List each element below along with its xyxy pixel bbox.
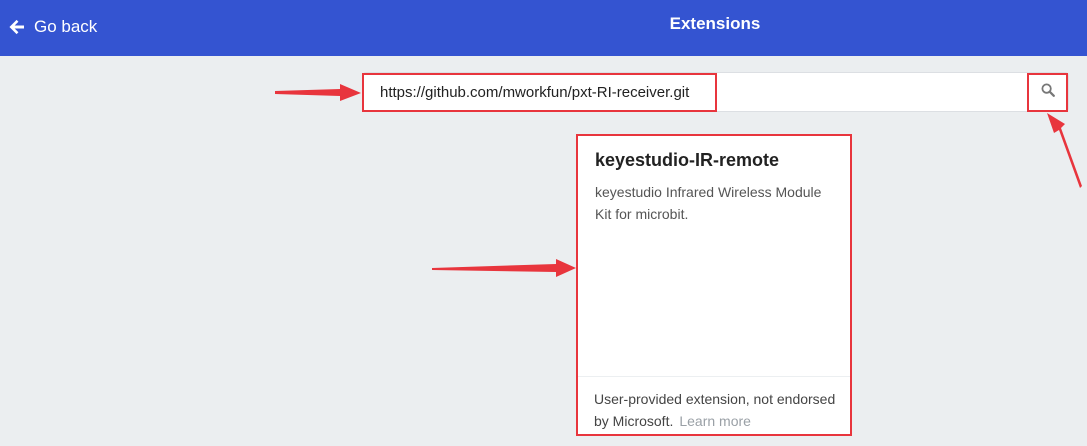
arrow-to-card-icon <box>432 259 576 277</box>
extension-card[interactable]: keyestudio-IR-remote keyestudio Infrared… <box>576 134 852 436</box>
extensions-page: Go back Extensions keyestudio-IR-remote … <box>0 0 1087 446</box>
extension-description: keyestudio Infrared Wireless Module Kit … <box>595 184 822 222</box>
extension-footer-text: User-provided extension, not endorsed by… <box>594 388 844 432</box>
extension-title: keyestudio-IR-remote <box>595 150 780 170</box>
search-input[interactable] <box>363 73 1023 111</box>
arrow-to-url-icon <box>275 84 361 101</box>
search-bar <box>362 72 1069 112</box>
go-back-label: Go back <box>34 17 98 36</box>
search-button[interactable] <box>1027 73 1068 112</box>
page-title: Extensions <box>669 14 761 33</box>
arrow-left-icon <box>9 19 25 35</box>
annotation-arrows <box>275 84 1082 277</box>
arrow-to-search-button-icon <box>1047 113 1082 188</box>
learn-more-link[interactable]: Learn more <box>679 413 751 429</box>
header-bar: Go back Extensions <box>0 0 1087 56</box>
search-icon <box>1041 83 1055 102</box>
go-back-button[interactable]: Go back <box>9 14 97 40</box>
extension-footer: User-provided extension, not endorsed by… <box>578 376 850 434</box>
